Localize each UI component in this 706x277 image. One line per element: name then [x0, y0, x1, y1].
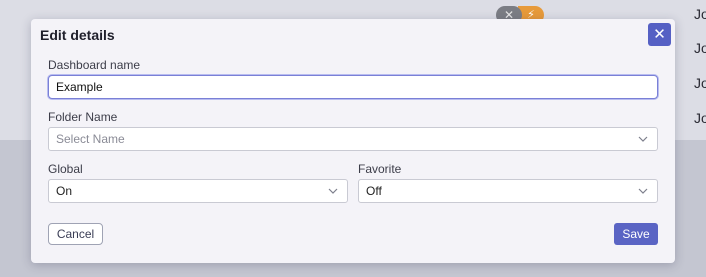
cancel-button[interactable]: Cancel [48, 223, 103, 245]
save-button[interactable]: Save [614, 223, 658, 245]
edit-details-dialog: Edit details ✕ Dashboard name Example Fo… [31, 19, 675, 263]
global-label: Global [48, 162, 83, 176]
dialog-title: Edit details [40, 27, 115, 43]
close-icon: ✕ [653, 26, 666, 43]
chevron-down-icon [328, 188, 338, 194]
global-value: On [56, 184, 73, 198]
global-select[interactable]: On [48, 179, 348, 203]
background-user-name: Jo [694, 6, 706, 22]
close-button[interactable]: ✕ [648, 23, 671, 46]
background-user-name: Jo [694, 75, 706, 91]
background-user-name: Jo [694, 40, 706, 56]
folder-name-label: Folder Name [48, 110, 118, 124]
background-user-name: Jo [694, 110, 706, 126]
dashboard-name-input[interactable]: Example [48, 75, 658, 99]
dialog-header: Edit details ✕ [31, 19, 675, 51]
dashboard-name-label: Dashboard name [48, 58, 141, 72]
folder-name-select[interactable]: Select Name [48, 127, 658, 151]
favorite-select[interactable]: Off [358, 179, 658, 203]
chevron-down-icon [638, 136, 648, 142]
favorite-value: Off [366, 184, 382, 198]
chevron-down-icon [638, 188, 648, 194]
folder-name-placeholder: Select Name [56, 132, 125, 146]
favorite-label: Favorite [358, 162, 402, 176]
